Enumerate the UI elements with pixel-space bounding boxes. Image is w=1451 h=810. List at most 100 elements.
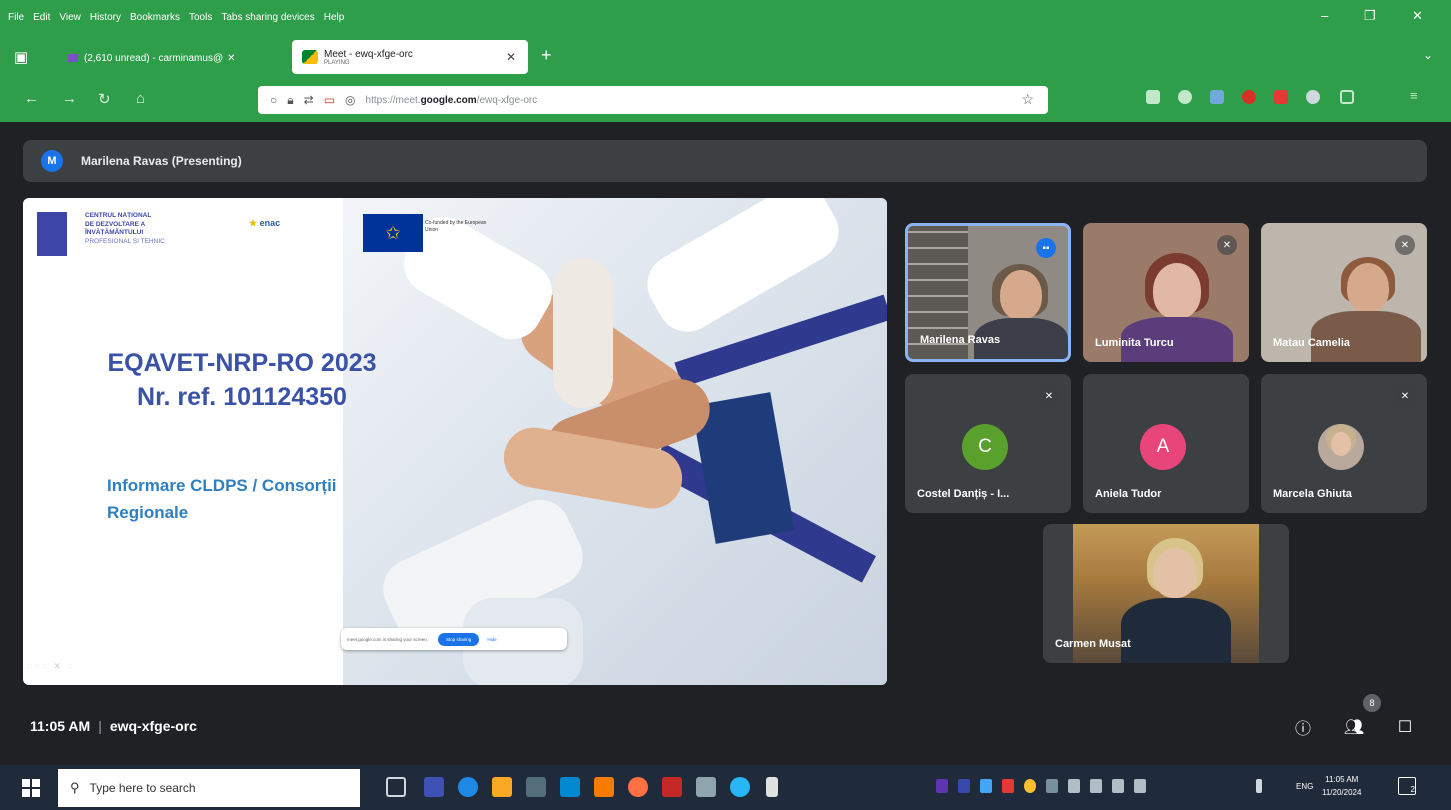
slide-subtitle: Informare CLDPS / Consorții Regionale <box>107 476 337 522</box>
presenting-bar: M Marilena Ravas (Presenting) <box>23 140 1427 182</box>
powerpoint-icon[interactable] <box>594 777 614 797</box>
camera-sharing-icon[interactable]: ▭ <box>324 93 335 107</box>
participant-count-badge: 8 <box>1363 694 1381 712</box>
menu-bookmarks[interactable]: Bookmarks <box>130 12 180 23</box>
windows-start-icon[interactable] <box>22 779 40 797</box>
tab-meet[interactable]: Meet - ewq-xfge-orc PLAYING ✕ <box>292 40 528 74</box>
mail-app-icon[interactable] <box>560 777 580 797</box>
eu-flag-logo: ✩ <box>363 214 423 252</box>
forward-icon[interactable]: → <box>62 90 77 107</box>
participant-tile[interactable]: ▪▪ Marilena Ravas <box>905 223 1071 362</box>
file-explorer-icon[interactable] <box>492 777 512 797</box>
tray-app-icon[interactable] <box>958 779 970 793</box>
extension-five-icon[interactable] <box>1274 90 1288 104</box>
tab-meet-title: Meet - ewq-xfge-orc <box>324 48 413 60</box>
menu-edit[interactable]: Edit <box>33 12 50 23</box>
menu-view[interactable]: View <box>59 12 81 23</box>
tray-app-icon[interactable] <box>1046 779 1058 793</box>
tab-meet-close[interactable]: ✕ <box>506 50 516 64</box>
minimize-button[interactable]: – <box>1321 8 1328 23</box>
eu-cofunded-text: Co-funded by the European Union <box>425 220 487 233</box>
cndipt-logo-text: CENTRUL NAȚIONAL DE DEZVOLTARE A ÎNVĂȚĂM… <box>85 212 165 245</box>
menu-tools[interactable]: Tools <box>189 12 212 23</box>
extension-grey-icon[interactable] <box>1306 90 1320 104</box>
screen-share-icon[interactable]: ◎ <box>345 93 355 107</box>
save-app-icon[interactable] <box>424 777 444 797</box>
speaking-indicator-icon: ▪▪ <box>1036 238 1056 258</box>
participant-tile[interactable]: A Aniela Tudor <box>1083 374 1249 513</box>
tab-mail-close[interactable]: ✕ <box>227 53 235 64</box>
menu-tabs-sharing[interactable]: Tabs sharing devices <box>221 12 314 23</box>
mic-off-icon: ✕ <box>1217 235 1237 255</box>
enac-logo: ★ enac <box>249 218 281 228</box>
menu-hamburger-icon[interactable]: ≡ <box>1410 88 1424 103</box>
participant-tile[interactable]: ✕ Luminita Turcu <box>1083 223 1249 362</box>
tray-app-icon[interactable] <box>1002 779 1014 793</box>
mic-off-icon: ✕ <box>1039 386 1059 406</box>
participant-tile[interactable]: Carmen Musat <box>1043 524 1289 663</box>
store-icon[interactable] <box>526 777 546 797</box>
participant-tile[interactable]: ✕ C Costel Danțiș - I... <box>905 374 1071 513</box>
edge-icon[interactable] <box>458 777 478 797</box>
hide-button[interactable]: Hide <box>487 637 496 642</box>
reload-icon[interactable]: ↻ <box>98 90 111 108</box>
address-bar[interactable]: ○ 🔒︎ ⇄ ▭ ◎ https://meet.google.com/ewq-x… <box>258 86 1048 114</box>
share-notice-text: meet.google.com is sharing your screen. <box>347 636 429 642</box>
tray-app-icon[interactable] <box>980 779 992 793</box>
pocket-icon[interactable] <box>1146 90 1160 104</box>
firefox-icon[interactable] <box>628 777 648 797</box>
account-icon[interactable] <box>1178 90 1192 104</box>
tray-app-icon[interactable] <box>936 779 948 793</box>
stop-sharing-button[interactable]: Stop sharing <box>438 632 480 646</box>
tab-mail-title: (2,610 unread) - carminamus@ <box>84 52 224 64</box>
extensions-puzzle-icon[interactable] <box>1340 90 1354 104</box>
participant-tile[interactable]: ✕ Matau Camelia <box>1261 223 1427 362</box>
windows-taskbar: ⚲ Type here to search ENG 11:05 AM 11/20… <box>0 765 1451 810</box>
home-icon[interactable]: ⌂ <box>136 90 145 107</box>
tray-pin-icon[interactable] <box>1256 779 1262 793</box>
chat-icon[interactable]: ☐ <box>1394 716 1416 738</box>
notifications-icon[interactable]: 2 <box>1398 777 1416 795</box>
menu-help[interactable]: Help <box>324 12 345 23</box>
meeting-details-icon[interactable]: ⓘ <box>1292 716 1314 738</box>
language-indicator[interactable]: ENG <box>1296 782 1313 791</box>
sidebar-toggle-icon[interactable]: ▣ <box>14 48 28 66</box>
task-view-icon[interactable] <box>386 777 406 797</box>
participant-avatar: A <box>1140 424 1186 470</box>
bookmark-star-icon[interactable]: ☆ <box>1021 91 1034 108</box>
sleeve <box>553 258 613 408</box>
participant-name: Costel Danțiș - I... <box>917 488 1010 500</box>
cndipt-logo <box>37 212 67 256</box>
participant-avatar: C <box>962 424 1008 470</box>
extension-red-icon[interactable] <box>1242 90 1256 104</box>
app-blue-icon[interactable] <box>730 777 750 797</box>
lock-icon[interactable]: 🔒︎ <box>287 93 293 108</box>
taskbar-clock[interactable]: 11:05 AM 11/20/2024 <box>1322 773 1361 799</box>
tab-mail[interactable]: (2,610 unread) - carminamus@ ✕ <box>58 44 282 72</box>
close-window-button[interactable]: ✕ <box>1412 8 1423 24</box>
menu-history[interactable]: History <box>90 12 121 23</box>
menu-file[interactable]: File <box>8 12 24 23</box>
tray-display-icon[interactable] <box>1134 779 1146 793</box>
slide-title: EQAVET-NRP-RO 2023 Nr. ref. 101124350 <box>107 349 377 411</box>
search-icon: ⚲ <box>70 780 80 795</box>
tray-battery-icon[interactable] <box>1068 779 1080 793</box>
maximize-button[interactable]: ❐ <box>1364 8 1376 24</box>
tray-volume-icon[interactable] <box>1112 779 1124 793</box>
participant-tile[interactable]: ✕ Marcela Ghiuta <box>1261 374 1427 513</box>
participant-name: Matau Camelia <box>1273 337 1351 349</box>
tray-app-icon[interactable] <box>1024 779 1036 793</box>
app-grey-icon[interactable] <box>696 777 716 797</box>
shield-icon[interactable]: ○ <box>270 93 277 107</box>
overflow-icon[interactable] <box>766 777 778 797</box>
person-face <box>1153 548 1197 598</box>
people-icon[interactable]: 👥︎ <box>1343 716 1365 738</box>
tray-network-icon[interactable] <box>1090 779 1102 793</box>
app-red-icon[interactable] <box>662 777 682 797</box>
permissions-icon[interactable]: ⇄ <box>304 93 314 107</box>
extension-blue-icon[interactable] <box>1210 90 1224 104</box>
back-icon[interactable]: ← <box>24 90 39 107</box>
tab-list-chevron-icon[interactable]: ⌄ <box>1423 48 1433 62</box>
new-tab-button[interactable]: + <box>541 45 552 66</box>
taskbar-search-input[interactable]: ⚲ Type here to search <box>58 769 360 807</box>
